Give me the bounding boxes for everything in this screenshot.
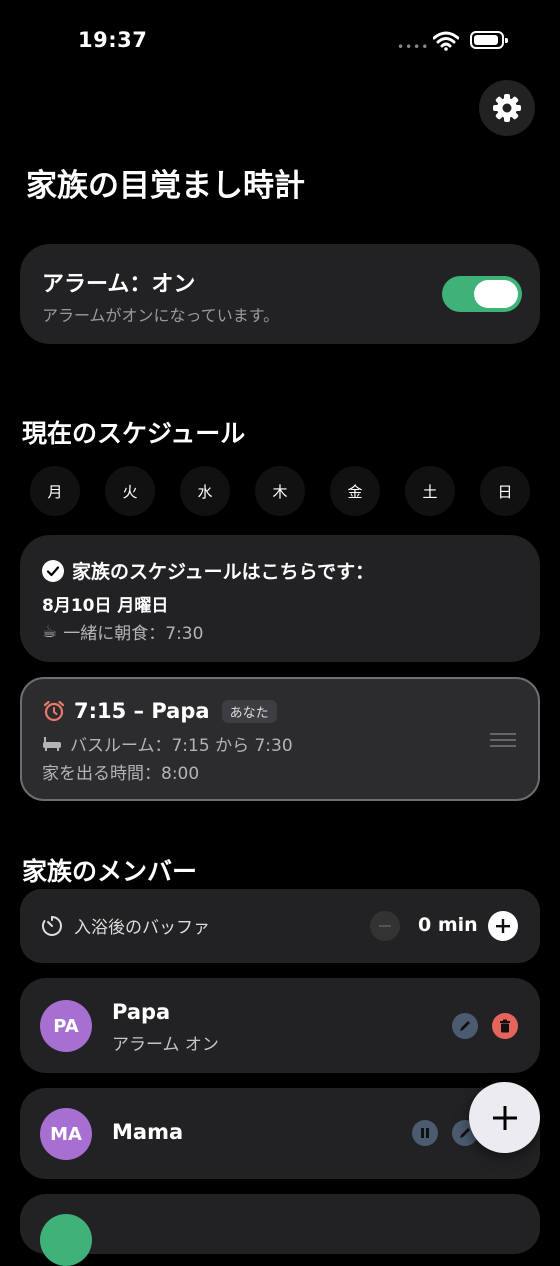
day-button-wed[interactable]: 水 [180,466,230,516]
coffee-icon: ☕ [42,621,58,642]
day-button-fri[interactable]: 金 [330,466,380,516]
timer-icon [42,915,62,936]
member-status: アラーム オン [112,1035,219,1055]
drag-handle-icon[interactable] [490,733,516,751]
alarm-card: アラーム：オン アラームがオンになっています。 [20,244,540,344]
bathtub-icon [43,736,61,751]
settings-button[interactable] [479,80,535,136]
schedule-summary-card: 家族のスケジュールはこちらです： 8月10日 月曜日 ☕ 一緒に朝食：7:30 [20,535,540,662]
bath-buffer-card: 入浴後のバッファ 0 min [20,889,540,963]
page-title: 家族の目覚まし時計 [26,168,305,204]
entry-time-name: 7:15 – Papa [74,699,210,723]
day-button-sat[interactable]: 土 [405,466,455,516]
member-name: Mama [112,1120,184,1144]
schedule-date: 8月10日 月曜日 [42,596,169,616]
avatar: PA [40,1000,92,1052]
delete-button[interactable] [492,1013,518,1039]
gear-icon [493,94,521,122]
breakfast-time: 一緒に朝食：7:30 [63,624,204,644]
edit-button[interactable] [452,1013,478,1039]
day-button-mon[interactable]: 月 [30,466,80,516]
member-card[interactable]: MA Mama [20,1088,540,1179]
increment-button[interactable] [488,911,518,941]
alarm-subtitle: アラームがオンになっています。 [42,306,280,325]
plus-icon [492,1105,517,1130]
bathroom-time: バスルーム：7:15 から 7:30 [70,736,293,756]
minus-icon [379,925,391,927]
member-card[interactable] [20,1194,540,1266]
you-badge: あなた [221,699,277,723]
alarm-title: アラーム：オン [42,272,196,297]
buffer-value: 0 min [418,914,478,936]
schedule-section-title: 現在のスケジュール [22,419,246,448]
signal-icon: •••• [397,40,430,54]
leave-time: 家を出る時間：8:00 [42,764,200,784]
pause-icon [421,1128,429,1138]
avatar: MA [40,1108,92,1160]
avatar [40,1214,92,1266]
status-time: 19:37 [78,28,148,52]
decrement-button[interactable] [370,911,400,941]
trash-icon [500,1019,510,1033]
day-button-thu[interactable]: 木 [255,466,305,516]
member-name: Papa [112,1000,171,1024]
member-card[interactable]: PA Papa アラーム オン [20,978,540,1073]
plus-icon [496,919,510,933]
battery-icon [470,31,508,49]
pencil-icon [460,1021,470,1031]
schedule-entry-papa[interactable]: 7:15 – Papa あなた バスルーム：7:15 から 7:30 家を出る時… [20,677,540,801]
add-member-button[interactable] [469,1082,540,1153]
buffer-label: 入浴後のバッファ [74,918,210,938]
day-selector: 月 火 水 木 金 土 日 [30,466,530,516]
toggle-knob [474,280,518,308]
members-section-title: 家族のメンバー [22,857,198,886]
day-button-sun[interactable]: 日 [480,466,530,516]
alarm-toggle[interactable] [442,276,522,312]
pause-button[interactable] [412,1120,438,1146]
day-button-tue[interactable]: 火 [105,466,155,516]
checkmark-icon [42,559,64,582]
alarm-clock-icon [43,700,65,722]
schedule-heading: 家族のスケジュールはこちらです： [72,561,375,583]
wifi-icon [433,31,459,51]
